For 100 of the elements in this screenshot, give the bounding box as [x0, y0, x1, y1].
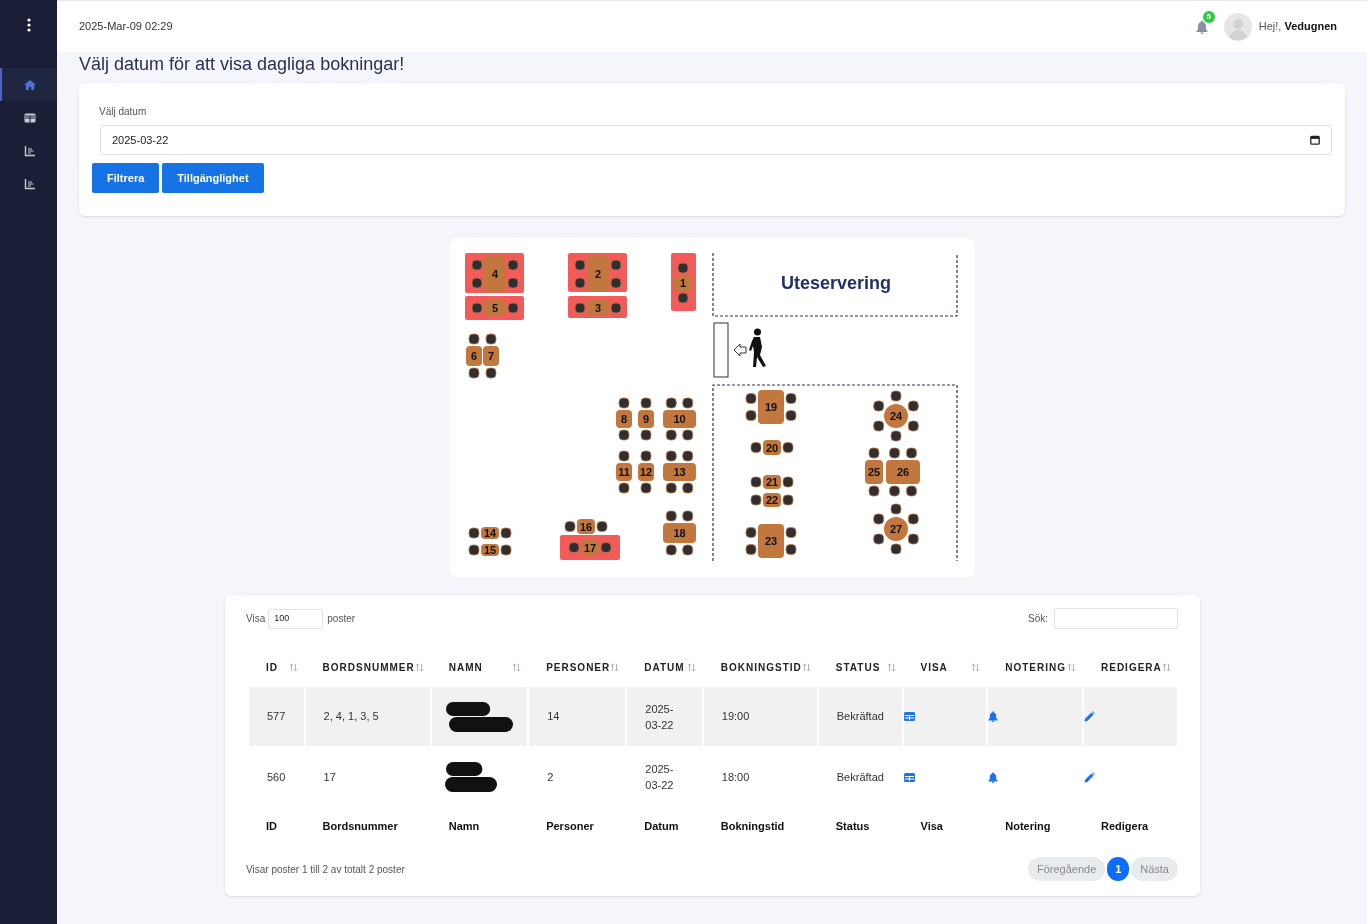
dining-table[interactable] — [468, 527, 512, 539]
column-footer: Visa — [920, 819, 943, 832]
table-number: 3 — [594, 302, 602, 314]
grid-icon[interactable] — [903, 772, 915, 782]
table-number: 11 — [618, 466, 630, 478]
table-number: 18 — [673, 527, 686, 539]
dining-table[interactable] — [663, 397, 696, 441]
dining-table[interactable] — [663, 450, 696, 494]
column-footer: Notering — [1005, 819, 1051, 832]
column-header[interactable]: PERSONER — [546, 659, 611, 675]
dining-table[interactable] — [745, 524, 797, 558]
table-number: 17 — [583, 541, 597, 554]
length-label: poster — [327, 612, 356, 626]
column-header[interactable]: ID — [266, 659, 278, 675]
column-footer: ID — [266, 819, 277, 832]
page-length-field[interactable]: 100 — [268, 608, 324, 629]
user-greeting: Hej!, Vedugnen — [1258, 19, 1337, 35]
table-number: 26 — [896, 466, 910, 478]
home-icon — [23, 78, 36, 91]
column-header[interactable]: BOKNINGSTID — [720, 659, 802, 675]
table-cell: 2025-03-22 — [627, 687, 702, 746]
table-cell: 2, 4, 1, 3, 5 — [305, 687, 430, 746]
column-footer: Bokningstid — [720, 819, 785, 832]
table-number: 23 — [764, 535, 778, 547]
table-number: 2 — [594, 268, 602, 280]
dining-table[interactable] — [616, 397, 632, 441]
table-number: 12 — [639, 466, 653, 478]
walking-person-icon — [749, 328, 766, 367]
door-icon — [713, 322, 729, 378]
dining-table[interactable] — [638, 397, 654, 441]
arrow-icon — [733, 343, 747, 357]
dining-table[interactable] — [616, 450, 632, 494]
filter-button[interactable]: Tillgänglighet — [162, 163, 264, 193]
column-header[interactable]: VISA — [920, 659, 948, 675]
table-number: 6 — [470, 350, 478, 362]
column-header[interactable]: DATUM — [644, 659, 685, 675]
table-number: 14 — [483, 527, 497, 539]
grid-icon[interactable] — [903, 712, 915, 721]
table-number: 27 — [889, 523, 903, 535]
grid-icon — [23, 111, 36, 124]
filter-button[interactable]: Filtrera — [92, 163, 160, 193]
dining-table[interactable] — [750, 493, 794, 507]
table-number: 5 — [491, 302, 499, 314]
table-number: 1 — [679, 277, 687, 289]
field-label: Välj datum — [99, 105, 148, 119]
dining-table[interactable] — [750, 475, 794, 489]
table-number: 7 — [487, 350, 495, 362]
dining-table[interactable] — [564, 519, 608, 534]
page-button[interactable]: 1 — [1107, 857, 1130, 881]
table-number: 13 — [673, 466, 686, 478]
table-cell: Bekräftad — [818, 687, 902, 746]
dining-table[interactable] — [663, 510, 696, 556]
search-label: Sök: — [1028, 612, 1048, 626]
calendar-icon[interactable] — [1310, 135, 1320, 145]
chart-icon — [23, 177, 36, 190]
table-cell: 577 — [249, 687, 304, 746]
dining-table[interactable] — [466, 333, 482, 379]
dining-table[interactable] — [468, 544, 512, 556]
table-number: 25 — [867, 466, 881, 478]
table-number: 22 — [765, 494, 779, 506]
edit-icon[interactable] — [1084, 711, 1095, 722]
table-cell-text: 18:00 — [720, 769, 751, 785]
area-label: Uteservering — [780, 273, 892, 293]
table-number: 20 — [765, 441, 779, 454]
dining-table[interactable] — [483, 333, 499, 379]
table-cell-text: 2025-03-22 — [644, 762, 675, 793]
page-heading: Välj datum för att visa dagliga bokningar! — [79, 53, 406, 75]
table-cell: 19:00 — [703, 687, 817, 746]
dining-table[interactable] — [745, 390, 797, 424]
table-cell-text: 17 — [322, 769, 337, 785]
column-header[interactable]: BORDSNUMMER — [322, 659, 415, 675]
dining-table[interactable] — [873, 390, 919, 442]
menu-icon[interactable] — [26, 18, 31, 32]
dining-table[interactable] — [568, 540, 612, 555]
column-header[interactable]: REDIGERA — [1101, 659, 1162, 675]
column-footer: Redigera — [1101, 819, 1149, 832]
search-field[interactable] — [1054, 608, 1178, 629]
bell-icon[interactable] — [988, 711, 999, 722]
dining-table[interactable] — [638, 450, 654, 494]
table-cell-text: 2 — [546, 769, 555, 785]
bell-icon[interactable] — [988, 771, 999, 783]
table-number: 4 — [491, 268, 499, 280]
notification-bell-icon[interactable] — [1195, 19, 1208, 34]
dining-table[interactable] — [750, 440, 794, 455]
date-field[interactable]: 2025-03-22 — [100, 125, 1332, 155]
column-footer: Personer — [546, 819, 594, 832]
table-number: 19 — [764, 401, 778, 413]
table-number: 24 — [889, 410, 903, 422]
column-header[interactable]: NAMN — [448, 659, 483, 675]
edit-icon[interactable] — [1084, 771, 1095, 783]
table-cell-text: Bekräftad — [835, 769, 885, 785]
column-header[interactable]: STATUS — [835, 659, 881, 675]
dining-table[interactable] — [873, 503, 919, 555]
table-number: 9 — [642, 413, 650, 425]
sidebar-item[interactable] — [0, 68, 57, 101]
column-header[interactable]: NOTERING — [1005, 659, 1066, 675]
column-footer: Status — [835, 819, 870, 832]
dining-table[interactable] — [865, 447, 883, 497]
dining-table[interactable] — [886, 447, 920, 497]
column-footer: Datum — [644, 819, 679, 832]
